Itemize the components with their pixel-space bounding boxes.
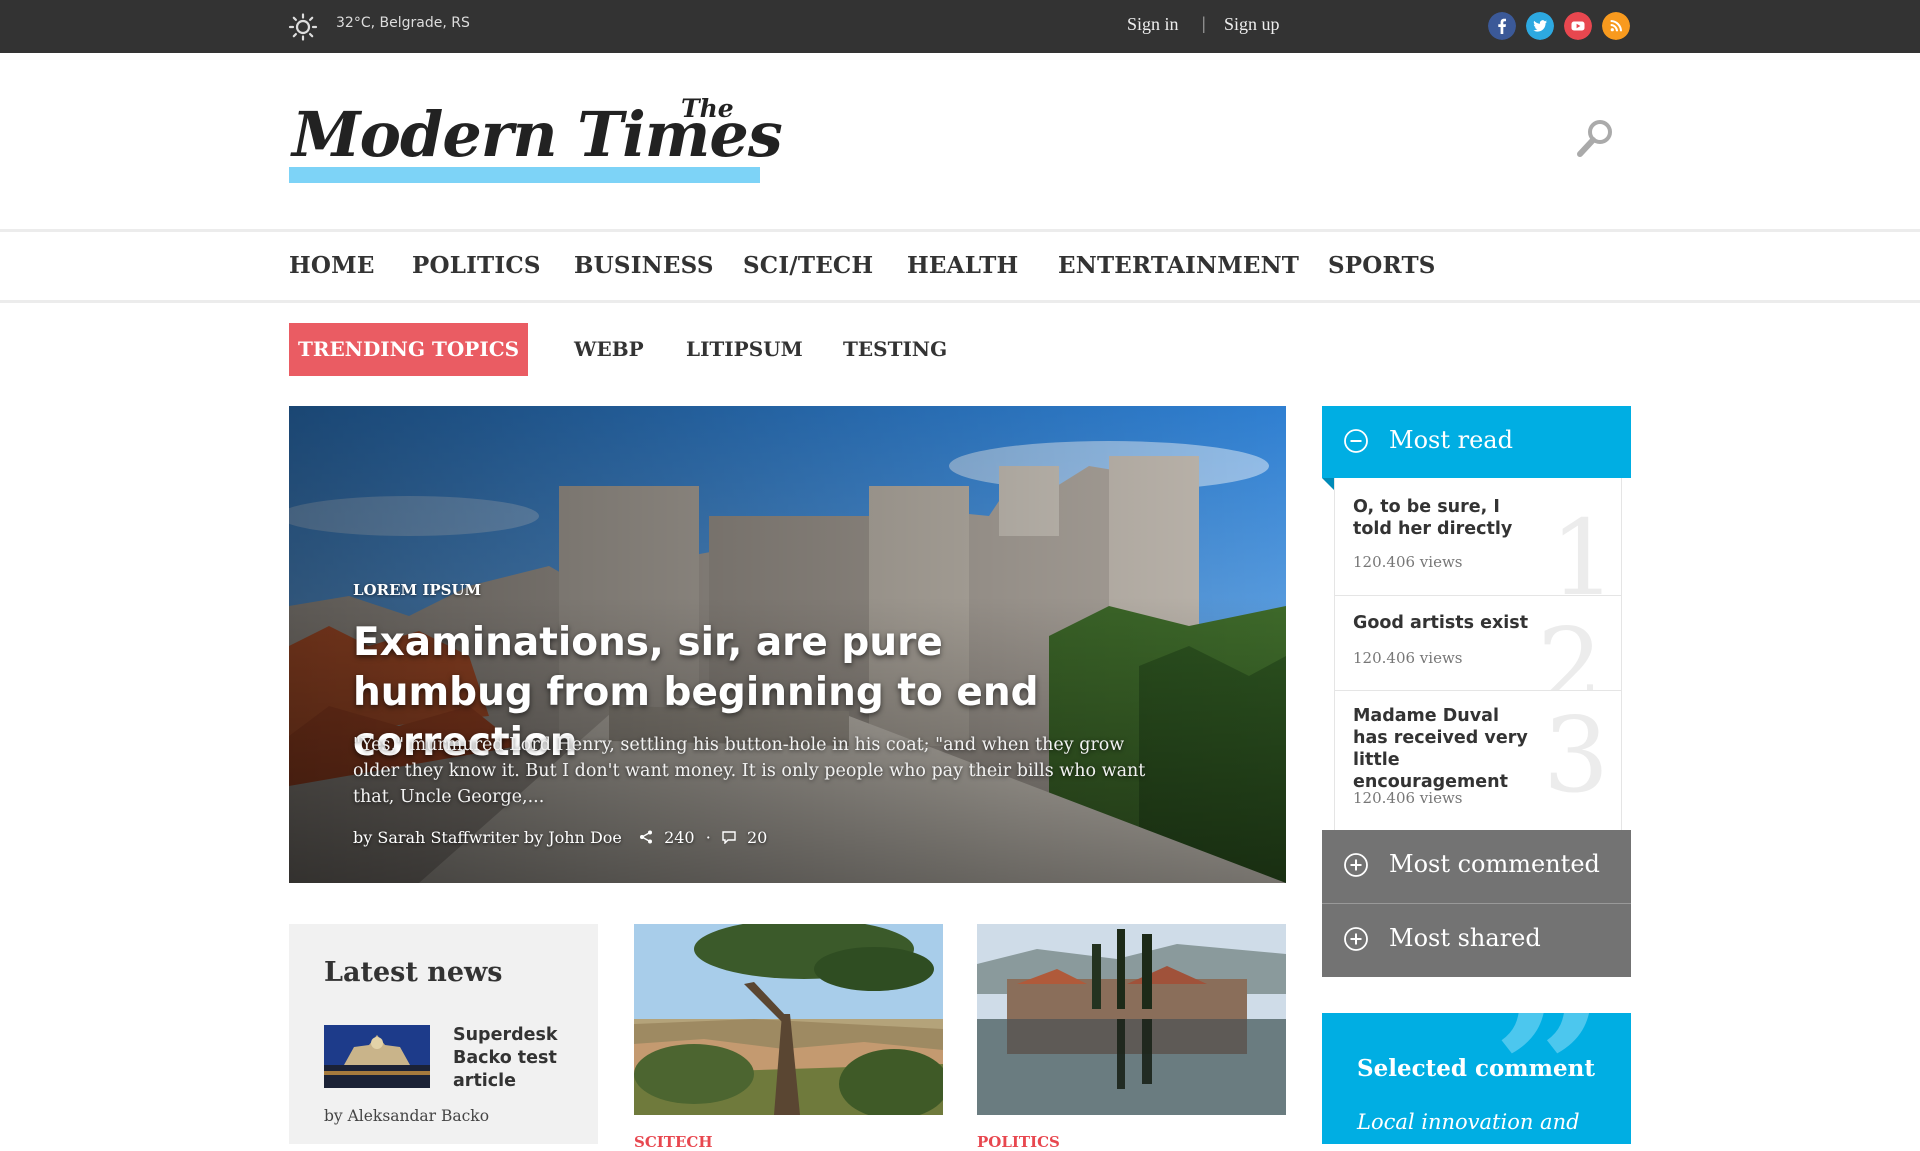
rank-number: 1: [1550, 497, 1617, 596]
most-read-item[interactable]: 2 Good artists exist 120.406 views: [1335, 596, 1621, 691]
most-read-title[interactable]: Madame Duval has received very little en…: [1353, 705, 1538, 793]
nav-sports[interactable]: SPORTS: [1328, 252, 1436, 279]
most-commented-header[interactable]: Most commented: [1322, 830, 1631, 903]
search-icon[interactable]: [1575, 117, 1615, 159]
latest-article-title[interactable]: Superdesk Backo test article: [453, 1024, 573, 1093]
nav-entertainment[interactable]: ENTERTAINMENT: [1058, 252, 1299, 279]
sun-icon: [288, 13, 318, 41]
selected-comment-box: ” Selected comment Local innovation and: [1322, 1013, 1631, 1144]
rank-number: 3: [1543, 694, 1610, 816]
topic-testing[interactable]: TESTING: [843, 337, 947, 361]
latest-news-box: Latest news Superdesk Backo test article…: [289, 924, 598, 1144]
main-nav: HOME POLITICS BUSINESS SCI/TECH HEALTH E…: [0, 229, 1920, 303]
expand-icon[interactable]: [1344, 927, 1368, 951]
selected-comment-title: Selected comment: [1357, 1055, 1595, 1082]
hero-category[interactable]: LOREM IPSUM: [353, 581, 481, 599]
facebook-icon[interactable]: [1488, 12, 1516, 40]
most-read-title[interactable]: Good artists exist: [1353, 612, 1538, 634]
topic-webp[interactable]: WEBP: [574, 337, 644, 361]
selected-comment-text[interactable]: Local innovation and: [1357, 1110, 1580, 1134]
most-read-views: 120.406 views: [1353, 649, 1463, 667]
rank-number: 2: [1537, 605, 1604, 691]
weather-text: 32°C, Belgrade, RS: [336, 15, 470, 31]
card-image-politics[interactable]: [977, 924, 1286, 1115]
most-read-views: 120.406 views: [1353, 553, 1463, 571]
nav-scitech[interactable]: SCI/TECH: [743, 252, 873, 279]
youtube-icon[interactable]: [1564, 12, 1592, 40]
sign-in-link[interactable]: Sign in: [1127, 14, 1179, 35]
latest-article-byline: by Aleksandar Backo: [324, 1107, 490, 1125]
most-shared-header[interactable]: Most shared: [1322, 904, 1631, 977]
share-icon: [639, 830, 652, 844]
collapse-icon[interactable]: [1344, 429, 1368, 453]
sign-up-link[interactable]: Sign up: [1224, 14, 1280, 35]
card-category-politics[interactable]: POLITICS: [977, 1133, 1060, 1151]
nav-politics[interactable]: POLITICS: [412, 252, 541, 279]
most-commented-label: Most commented: [1389, 850, 1600, 878]
card-image-scitech[interactable]: [634, 924, 943, 1115]
most-read-item[interactable]: 1 O, to be sure, I told her directly 120…: [1335, 478, 1621, 596]
most-read-list: 1 O, to be sure, I told her directly 120…: [1334, 478, 1622, 830]
card-category-scitech[interactable]: SCITECH: [634, 1133, 713, 1151]
auth-separator: |: [1202, 13, 1206, 33]
tab-notch: [1322, 478, 1334, 490]
nav-home[interactable]: HOME: [289, 252, 375, 279]
most-read-views: 120.406 views: [1353, 789, 1463, 807]
nav-business[interactable]: BUSINESS: [574, 252, 714, 279]
topic-litipsum[interactable]: LITIPSUM: [686, 337, 803, 361]
most-read-header[interactable]: Most read: [1322, 406, 1631, 478]
trending-topics-label: TRENDING TOPICS: [289, 323, 528, 376]
nav-health[interactable]: HEALTH: [907, 252, 1018, 279]
hero-comment-count: 20: [746, 828, 768, 847]
top-bar: 32°C, Belgrade, RS Sign in | Sign up: [0, 0, 1920, 53]
expand-icon[interactable]: [1344, 853, 1368, 877]
rss-icon[interactable]: [1602, 12, 1630, 40]
hero-excerpt: "Yes," murmured Lord Henry, settling his…: [353, 735, 1146, 807]
twitter-icon[interactable]: [1526, 12, 1554, 40]
hero-article[interactable]: LOREM IPSUM Examinations, sir, are pure …: [289, 406, 1286, 883]
site-logo[interactable]: Modern Times: [292, 98, 783, 171]
hero-meta: by Sarah Staffwriter by John Doe 240 · 2…: [353, 828, 767, 847]
most-shared-label: Most shared: [1389, 924, 1541, 952]
latest-news-title: Latest news: [324, 957, 503, 988]
comment-icon: [722, 831, 736, 845]
latest-article-thumbnail[interactable]: [324, 1025, 430, 1088]
most-read-title[interactable]: O, to be sure, I told her directly: [1353, 496, 1538, 540]
most-read-item[interactable]: 3 Madame Duval has received very little …: [1335, 691, 1621, 830]
most-read-label: Most read: [1389, 426, 1513, 454]
hero-share-count: 240: [664, 828, 695, 847]
meta-dot: ·: [705, 828, 711, 847]
hero-byline: by Sarah Staffwriter by John Doe: [353, 828, 622, 847]
